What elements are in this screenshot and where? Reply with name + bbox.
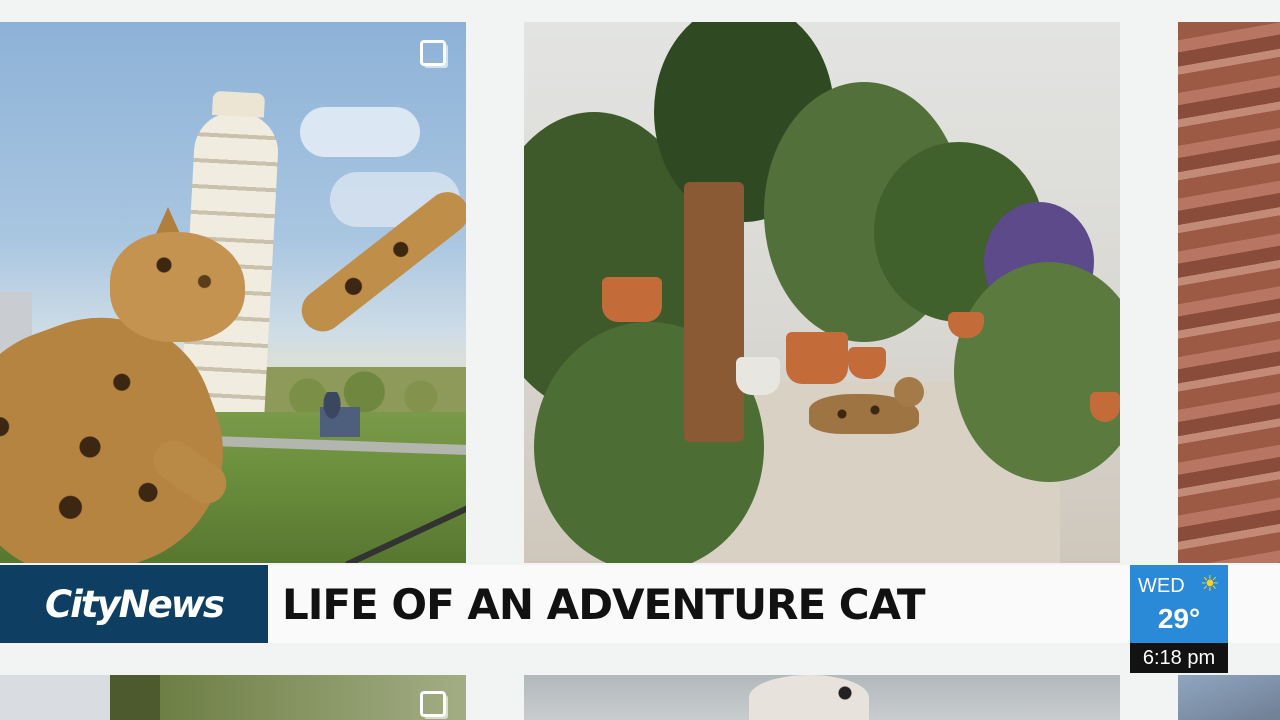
- dog-head: [749, 675, 869, 720]
- photo-tile-dog[interactable]: [524, 675, 1120, 720]
- bengal-cat-head: [110, 232, 245, 342]
- lower-third-banner: CityNews LIFE OF AN ADVENTURE CAT WED ☀ …: [0, 563, 1280, 645]
- cloud: [300, 107, 420, 157]
- plant-pot: [848, 347, 886, 379]
- banner-end-cap: [1228, 565, 1280, 643]
- tourists: [320, 392, 360, 452]
- citynews-logo: CityNews: [45, 582, 225, 626]
- weather-day: WED: [1138, 575, 1185, 597]
- wooden-plant-stand: [684, 182, 744, 442]
- clock: 6:18 pm: [1130, 643, 1228, 673]
- multiple-photos-icon: [420, 40, 446, 66]
- photo-tile-red-rock[interactable]: [1178, 22, 1280, 563]
- weather-temperature: 29°: [1157, 603, 1201, 634]
- sun-icon: ☀: [1200, 571, 1220, 596]
- photo-tile-mountain[interactable]: [1178, 675, 1280, 720]
- plant-pot: [602, 277, 662, 322]
- multiple-photos-icon: [420, 691, 446, 717]
- weather-widget: WED ☀ 29°: [1130, 565, 1228, 645]
- plant-pot: [1090, 392, 1120, 422]
- plant-pot: [786, 332, 848, 384]
- photo-tile-cat-plants[interactable]: [524, 22, 1120, 563]
- photo-tile-cat-pisa[interactable]: [0, 22, 466, 563]
- bengal-cat-head: [894, 377, 924, 407]
- brand-box: CityNews: [0, 565, 268, 643]
- white-plant-pot: [736, 357, 780, 395]
- headline-text: LIFE OF AN ADVENTURE CAT: [282, 579, 926, 629]
- photo-tile-bottom-left[interactable]: [0, 675, 466, 720]
- headline-box: LIFE OF AN ADVENTURE CAT: [268, 565, 1130, 643]
